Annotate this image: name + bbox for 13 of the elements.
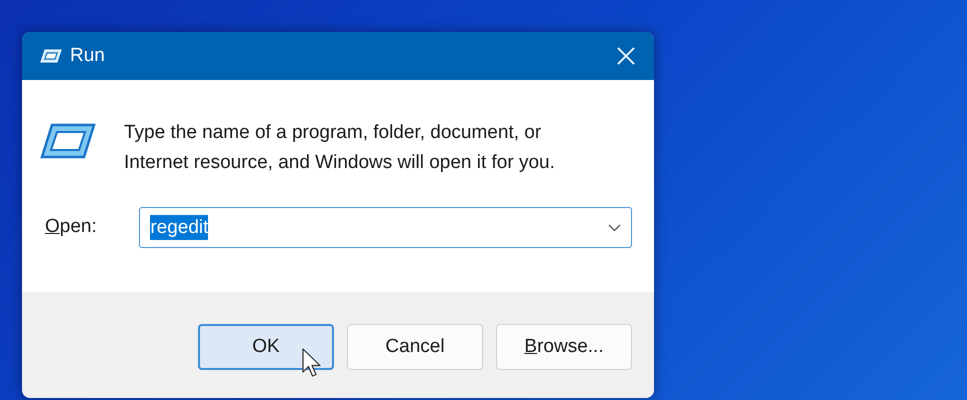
open-combobox[interactable]: regedit	[139, 207, 632, 248]
instruction-text: Type the name of a program, folder, document, or Internet resource, and Windows will open it for you.	[124, 121, 556, 175]
chevron-down-icon	[608, 224, 621, 232]
mouse-pointer-icon	[302, 348, 322, 378]
dialog-button[interactable]: Cancel	[347, 324, 483, 370]
close-icon	[617, 47, 635, 65]
run-icon	[40, 123, 96, 159]
dialog-button[interactable]: OK	[198, 324, 334, 370]
open-label: Open:	[44, 215, 98, 240]
run-icon	[40, 49, 62, 63]
window-title: Run	[70, 44, 105, 68]
input-value: regedit	[150, 215, 208, 240]
dialog-button[interactable]: Browse...	[496, 324, 632, 370]
